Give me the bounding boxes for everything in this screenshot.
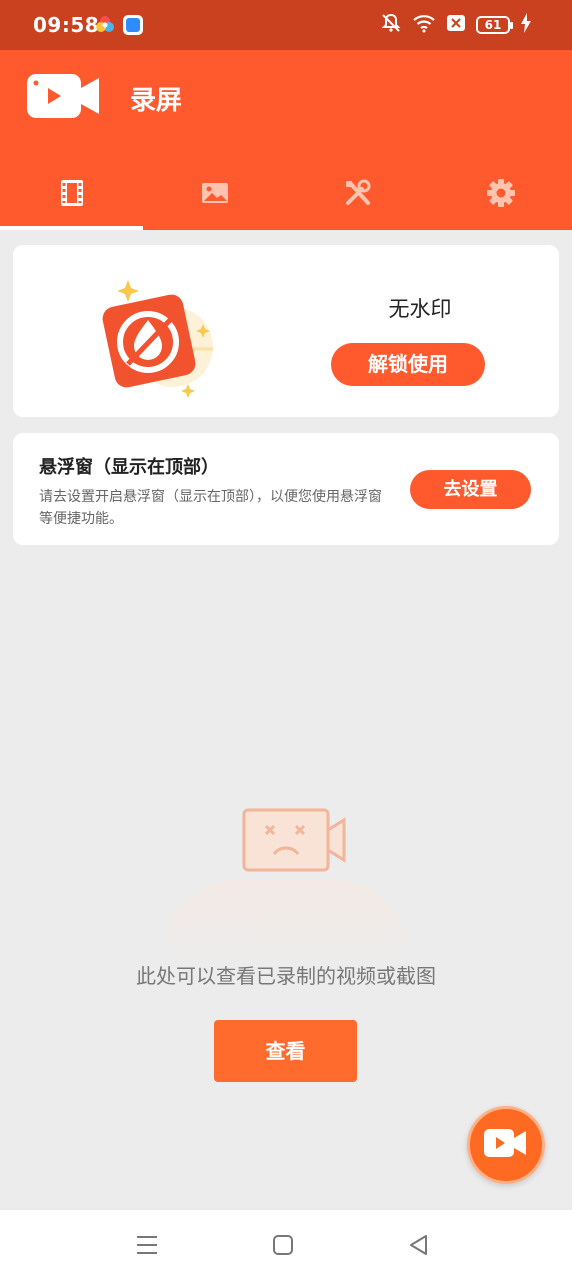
mute-bell-icon: [380, 12, 402, 38]
home-icon[interactable]: [270, 1232, 296, 1258]
blue-app-icon: [123, 15, 143, 35]
x-box-icon: [446, 14, 466, 36]
charging-icon: [520, 13, 532, 37]
video-camera-icon: [484, 1129, 528, 1161]
view-button[interactable]: 查看: [214, 1020, 357, 1082]
floating-window-title: 悬浮窗（显示在顶部）: [39, 457, 219, 478]
colorful-app-icon: [95, 15, 115, 35]
record-fab[interactable]: [467, 1106, 545, 1184]
empty-state-glow: [160, 880, 410, 960]
no-watermark-illustration: [88, 272, 223, 402]
app-logo-icon: [27, 74, 101, 118]
tab-images[interactable]: [143, 160, 286, 230]
tools-icon: [342, 177, 374, 213]
app-header: 录屏: [0, 50, 572, 230]
status-bar: 09:58 61: [0, 0, 572, 50]
wifi-icon: [412, 13, 436, 37]
go-settings-button[interactable]: 去设置: [410, 470, 531, 509]
app-title: 录屏: [130, 86, 183, 116]
sad-camera-icon: [242, 808, 348, 872]
tab-settings[interactable]: [429, 160, 572, 230]
tab-videos[interactable]: [0, 160, 143, 230]
floating-window-description: 请去设置开启悬浮窗（显示在顶部），以便您使用悬浮窗等便捷功能。: [39, 489, 382, 527]
status-time: 09:58: [33, 13, 100, 37]
tab-tools[interactable]: [286, 160, 429, 230]
no-watermark-card: 无水印 解锁使用: [13, 245, 559, 417]
unlock-button[interactable]: 解锁使用: [331, 343, 485, 386]
system-nav-bar: [0, 1210, 572, 1280]
promo-title: 无水印: [388, 297, 452, 321]
film-icon: [56, 177, 88, 213]
menu-icon[interactable]: [134, 1232, 160, 1258]
active-tab-indicator: [0, 226, 143, 230]
floating-window-card: 悬浮窗（显示在顶部） 请去设置开启悬浮窗（显示在顶部），以便您使用悬浮窗等便捷功…: [13, 433, 559, 545]
battery-icon: 61: [476, 16, 513, 34]
gear-icon: [485, 177, 517, 213]
tab-bar: [0, 160, 572, 230]
back-icon[interactable]: [406, 1232, 432, 1258]
image-icon: [199, 177, 231, 213]
empty-state-text: 此处可以查看已录制的视频或截图: [136, 964, 436, 988]
